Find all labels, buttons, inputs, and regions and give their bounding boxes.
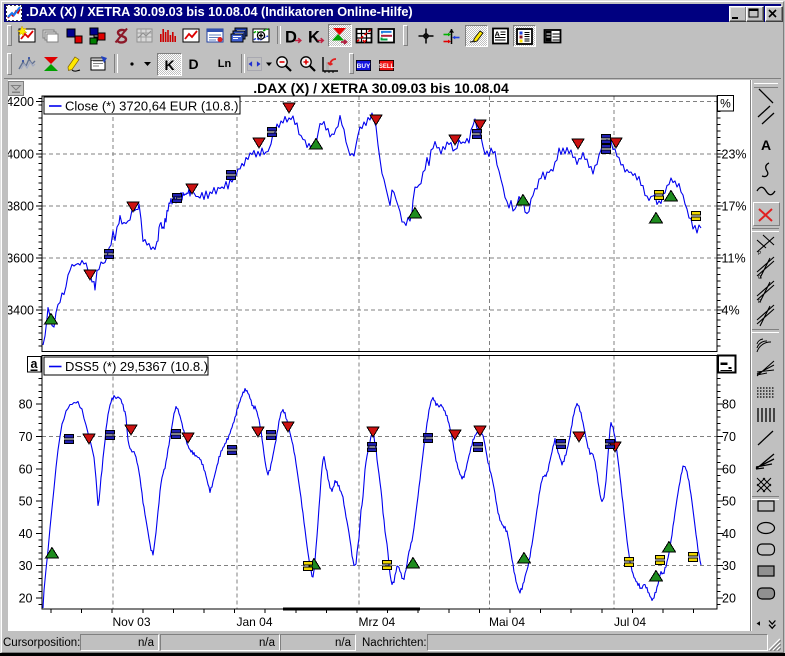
svg-text:70: 70 [722, 430, 736, 444]
svg-text:K: K [308, 29, 320, 47]
svg-text:Nov 03: Nov 03 [113, 615, 151, 629]
svg-text:SELL: SELL [379, 64, 394, 70]
svg-text:DSS5 (*) 29,5367 (10.8.): DSS5 (*) 29,5367 (10.8.) [65, 359, 208, 374]
svg-text:P: P [758, 251, 762, 257]
svg-text:17%: 17% [722, 199, 747, 213]
svg-text:80: 80 [722, 398, 736, 412]
svg-text:30: 30 [722, 559, 736, 573]
svg-text:11%: 11% [722, 252, 746, 266]
svg-text:50: 50 [722, 495, 736, 509]
svg-text:4%: 4% [722, 304, 740, 318]
svg-text:70: 70 [19, 430, 33, 444]
svg-text:BUY: BUY [357, 63, 371, 70]
svg-text:G: G [758, 275, 762, 281]
svg-text:60: 60 [19, 462, 33, 476]
svg-text:20: 20 [722, 592, 736, 606]
svg-text:30: 30 [19, 559, 33, 573]
svg-text:23%: 23% [722, 147, 747, 161]
svg-text:Jan 04: Jan 04 [237, 615, 273, 629]
svg-text:%: % [720, 97, 731, 111]
svg-text:Mai 04: Mai 04 [489, 615, 525, 629]
svg-text:A: A [761, 137, 771, 153]
svg-text:D: D [285, 29, 297, 47]
svg-text:a: a [31, 357, 39, 371]
svg-text:50: 50 [19, 495, 33, 509]
svg-text:3600: 3600 [8, 252, 34, 266]
svg-text:Mrz 04: Mrz 04 [359, 615, 396, 629]
svg-text:60: 60 [722, 462, 736, 476]
svg-text:3400: 3400 [8, 304, 34, 318]
svg-text:40: 40 [19, 527, 33, 541]
svg-text:.DAX (X) / XETRA 30.09.03 bis: .DAX (X) / XETRA 30.09.03 bis 10.08.04 [253, 80, 509, 96]
svg-text:20: 20 [19, 592, 33, 606]
svg-text:40: 40 [722, 527, 736, 541]
svg-text:Close (*) 3720,64 EUR (10.8.): Close (*) 3720,64 EUR (10.8.) [65, 99, 238, 114]
svg-text:4000: 4000 [8, 147, 34, 161]
svg-text:Jul 04: Jul 04 [614, 615, 646, 629]
svg-text:3800: 3800 [8, 199, 34, 213]
svg-text:80: 80 [19, 398, 33, 412]
svg-text:4200: 4200 [8, 95, 34, 109]
